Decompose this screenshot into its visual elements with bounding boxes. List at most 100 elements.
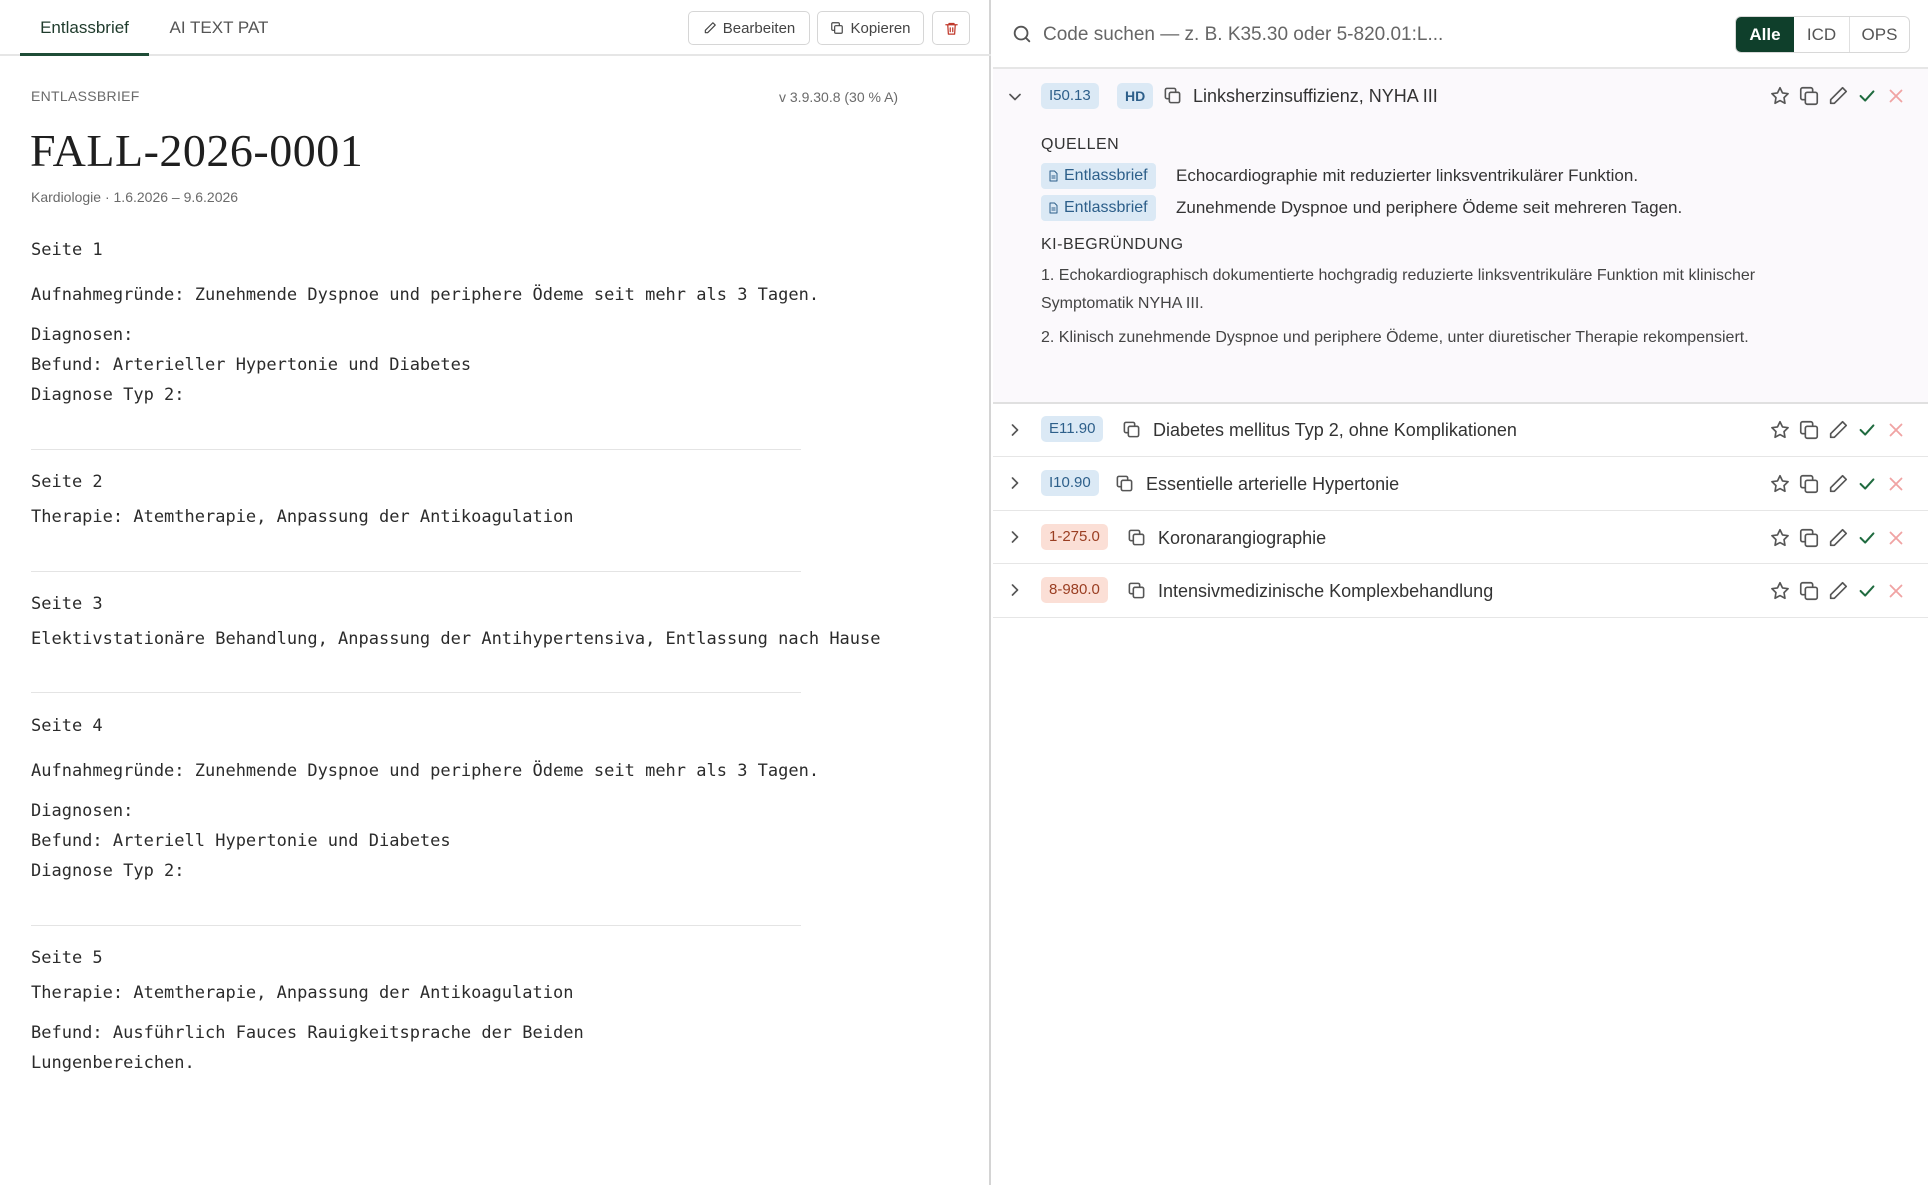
duplicate-icon[interactable]: [1798, 419, 1820, 441]
filter-all[interactable]: Alle: [1736, 17, 1794, 52]
page-heading: Seite 3: [31, 594, 103, 614]
filter-icd[interactable]: ICD: [1794, 17, 1850, 52]
pencil-icon[interactable]: [1827, 85, 1849, 107]
sources-heading: QUELLEN: [1041, 136, 1120, 153]
copy-code-icon[interactable]: [1163, 86, 1183, 106]
main-diagnosis-badge: HD: [1117, 83, 1154, 109]
star-icon[interactable]: [1769, 419, 1791, 441]
copy-code-icon[interactable]: [1127, 528, 1147, 548]
trash-icon: [944, 21, 959, 36]
source-badge-label: Entlassbrief: [1064, 167, 1148, 184]
document-line: Befund: Ausführlich Fauces Rauigkeitspra…: [31, 1023, 584, 1043]
search-icon: [1011, 23, 1033, 50]
copy-icon: [830, 21, 844, 35]
row-actions: [1769, 85, 1919, 109]
document-line: Lungenbereichen.: [31, 1053, 195, 1073]
row-actions: [1769, 419, 1919, 443]
code-row[interactable]: 1-275.0 Koronarangiographie: [993, 511, 1928, 564]
reasoning-item: 1. Echokardiographisch dokumentierte hoc…: [1041, 267, 1756, 312]
copy-code-icon[interactable]: [1127, 581, 1147, 601]
document-line: Diagnose Typ 2:: [31, 861, 185, 881]
copy-code-icon[interactable]: [1122, 420, 1142, 440]
copy-button-label: Kopieren: [850, 19, 911, 37]
department-label: Kardiologie: [31, 189, 102, 205]
chevron-right-icon[interactable]: [1005, 580, 1025, 600]
delete-button[interactable]: [932, 11, 970, 45]
document-line: Diagnosen:: [31, 801, 134, 821]
close-icon[interactable]: [1885, 473, 1907, 495]
coding-pane: Alle ICD OPS I50.13 HD Linksherzinsuffiz…: [993, 0, 1928, 1185]
pencil-icon[interactable]: [1827, 473, 1849, 495]
code-row[interactable]: I10.90 Essentielle arterielle Hypertonie: [993, 457, 1928, 511]
code-filter-toggle: Alle ICD OPS: [1735, 16, 1910, 53]
duplicate-icon[interactable]: [1798, 580, 1820, 602]
document-type-label: ENTLASSBRIEF: [31, 88, 140, 104]
duplicate-icon[interactable]: [1798, 527, 1820, 549]
filter-ops[interactable]: OPS: [1850, 17, 1909, 52]
document-line: Therapie: Atemtherapie, Anpassung der An…: [31, 983, 574, 1003]
check-icon[interactable]: [1856, 473, 1878, 495]
check-icon[interactable]: [1856, 527, 1878, 549]
code-row[interactable]: E11.90 Diabetes mellitus Typ 2, ohne Kom…: [993, 404, 1928, 457]
code-badge: I10.90: [1041, 470, 1099, 496]
pencil-icon[interactable]: [1827, 580, 1849, 602]
pencil-icon[interactable]: [1827, 527, 1849, 549]
chevron-right-icon[interactable]: [1005, 420, 1025, 440]
document-tabbar: Entlassbrief AI TEXT PAT Bearbeiten Kopi…: [0, 0, 991, 56]
date-range-label: 1.6.2026 – 9.6.2026: [113, 189, 239, 205]
source-text: Echocardiographie mit reduzierter linksv…: [1176, 166, 1639, 185]
code-title: Koronarangiographie: [1158, 528, 1327, 548]
star-icon[interactable]: [1769, 527, 1791, 549]
close-icon[interactable]: [1885, 85, 1907, 107]
star-icon[interactable]: [1769, 580, 1791, 602]
document-line: Befund: Arteriell Hypertonie und Diabete…: [31, 831, 451, 851]
check-icon[interactable]: [1856, 419, 1878, 441]
close-icon[interactable]: [1885, 527, 1907, 549]
check-icon[interactable]: [1856, 580, 1878, 602]
document-icon: [1049, 202, 1058, 214]
tab-ai-text-pat[interactable]: AI TEXT PAT: [155, 0, 283, 56]
page-heading: Seite 4: [31, 716, 103, 736]
code-badge: E11.90: [1041, 416, 1104, 442]
check-icon[interactable]: [1856, 85, 1878, 107]
chevron-right-icon[interactable]: [1005, 473, 1025, 493]
code-title: Diabetes mellitus Typ 2, ohne Komplikati…: [1153, 420, 1517, 440]
page-divider: [31, 449, 801, 450]
star-icon[interactable]: [1769, 473, 1791, 495]
code-badge: 1-275.0: [1041, 524, 1108, 550]
row-actions: [1769, 527, 1919, 551]
document-line: Therapie: Atemtherapie, Anpassung der An…: [31, 507, 574, 527]
meta-separator: ·: [104, 189, 114, 205]
tab-entlassbrief[interactable]: Entlassbrief: [20, 0, 149, 56]
close-icon[interactable]: [1885, 419, 1907, 441]
source-badge[interactable]: Entlassbrief: [1041, 163, 1156, 189]
duplicate-icon[interactable]: [1798, 85, 1820, 107]
source-badge[interactable]: Entlassbrief: [1041, 195, 1156, 221]
code-badge: 8-980.0: [1041, 577, 1108, 603]
reasoning-item: 2. Klinisch zunehmende Dyspnoe und perip…: [1041, 329, 1749, 346]
chevron-down-icon[interactable]: [1005, 87, 1025, 107]
code-search-input[interactable]: [1043, 17, 1703, 53]
page-divider: [31, 925, 801, 926]
edit-button[interactable]: Bearbeiten: [688, 11, 810, 45]
chevron-right-icon[interactable]: [1005, 527, 1025, 547]
code-row[interactable]: 8-980.0 Intensivmedizinische Komplexbeha…: [993, 564, 1928, 618]
duplicate-icon[interactable]: [1798, 473, 1820, 495]
document-icon: [1049, 170, 1058, 182]
copy-code-icon[interactable]: [1115, 474, 1135, 494]
code-row-expanded: I50.13 HD Linksherzinsuffizienz, NYHA II…: [993, 69, 1928, 404]
case-meta: Kardiologie · 1.6.2026 – 9.6.2026: [31, 189, 238, 205]
page-heading: Seite 2: [31, 472, 103, 492]
pencil-icon[interactable]: [1827, 419, 1849, 441]
code-search-bar: Alle ICD OPS: [993, 0, 1928, 69]
close-icon[interactable]: [1885, 580, 1907, 602]
document-line: Diagnosen:: [31, 325, 134, 345]
page-heading: Seite 1: [31, 240, 103, 260]
pencil-icon: [703, 21, 717, 35]
star-icon[interactable]: [1769, 85, 1791, 107]
copy-button[interactable]: Kopieren: [817, 11, 924, 45]
reasoning-heading: KI-BEGRÜNDUNG: [1041, 236, 1184, 253]
document-line: Aufnahmegründe: Zunehmende Dyspnoe und p…: [31, 285, 820, 305]
version-label: v 3.9.30.8 (30 % A): [779, 89, 899, 105]
page-divider: [31, 571, 801, 572]
